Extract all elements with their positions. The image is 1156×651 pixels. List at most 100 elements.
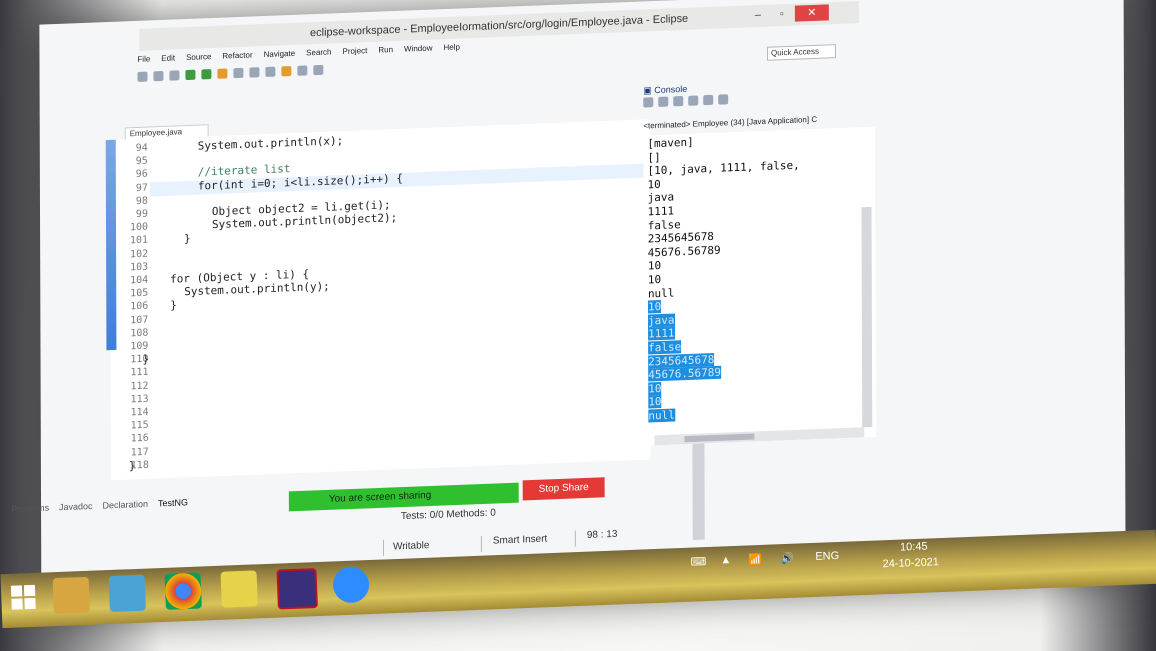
line-number: 111: [130, 367, 149, 379]
menu-file[interactable]: File: [137, 54, 150, 69]
status-cursor-position: 98 : 13: [586, 528, 618, 542]
status-writable: Writable: [392, 540, 430, 553]
console-line: 45676.56789: [647, 243, 721, 260]
console-vscroll[interactable]: [861, 206, 873, 428]
clock-date[interactable]: 24-10-2021: [882, 556, 939, 570]
menu-refactor[interactable]: Refactor: [222, 50, 252, 65]
menu-edit[interactable]: Edit: [161, 53, 175, 68]
console-line: java: [647, 313, 675, 328]
quick-access-field[interactable]: Quick Access: [766, 44, 836, 61]
scroll-lock-icon[interactable]: [688, 95, 699, 106]
close-button[interactable]: ✕: [794, 4, 829, 22]
language-indicator[interactable]: ENG: [815, 550, 839, 563]
back-icon[interactable]: [297, 65, 308, 76]
code-editor[interactable]: 94 95 96 97 98 99 100 101 102 103 104 105 106 107 108 1…: [105, 119, 707, 540]
console-hscroll[interactable]: [654, 427, 865, 446]
console-line: 10: [647, 177, 661, 192]
save-icon[interactable]: [153, 70, 164, 82]
testng-summary: Tests: 0/0 Methods: 0: [400, 507, 496, 523]
console-line: 10: [648, 395, 662, 409]
line-number: 104: [130, 274, 149, 287]
search-icon[interactable]: [265, 66, 276, 78]
line-number: 96: [135, 168, 148, 181]
terminate-icon[interactable]: [643, 97, 654, 108]
console-output[interactable]: [maven][] [10, java, 1111, false, 10 java 11…: [643, 126, 877, 446]
code-line: }: [142, 352, 150, 367]
code-line: }: [183, 232, 191, 246]
pin-console-icon[interactable]: [718, 94, 729, 105]
line-number: 101: [129, 235, 149, 247]
console-icon: ▣: [643, 85, 655, 96]
console-line: 10: [648, 381, 662, 396]
line-number: 107: [130, 314, 149, 326]
line-number: 95: [135, 155, 148, 168]
show-hidden-icons-icon[interactable]: ▲: [720, 554, 731, 566]
external-tools-icon[interactable]: [217, 68, 228, 79]
clock-time[interactable]: 10:45: [900, 541, 928, 554]
console-line: 10: [647, 272, 662, 287]
status-insert-mode: Smart Insert: [492, 533, 548, 547]
console-line: java: [647, 190, 675, 205]
menu-help[interactable]: Help: [443, 43, 459, 58]
line-number: 109: [130, 340, 149, 353]
tab-javadoc[interactable]: Javadoc: [59, 501, 93, 518]
menu-navigate[interactable]: Navigate: [264, 49, 296, 64]
new-java-class-icon[interactable]: [233, 67, 244, 79]
network-icon[interactable]: 📶: [748, 553, 762, 567]
eclipse-window: eclipse-workspace - EmployeeIormation/sr…: [11, 0, 1126, 624]
stop-share-button[interactable]: Stop Share: [522, 477, 605, 501]
file-explorer-icon[interactable]: [52, 576, 90, 615]
status-divider: [382, 539, 385, 556]
console-line: 10: [647, 259, 662, 273]
tab-declaration[interactable]: Declaration: [103, 499, 149, 517]
remove-launch-icon[interactable]: [658, 96, 669, 107]
line-number: 112: [130, 380, 149, 393]
line-number: 102: [130, 248, 149, 260]
maximize-button[interactable]: ▫: [771, 6, 793, 23]
minimize-button[interactable]: –: [747, 7, 769, 24]
code-line: System.out.println(x);: [197, 134, 344, 153]
word-wrap-icon[interactable]: [703, 94, 714, 106]
line-number: 117: [130, 446, 149, 459]
console-line: 1111: [647, 204, 675, 219]
line-number-gutter: 94 95 96 97 98 99 100 101 102 103 104 105 106 107 108 1…: [110, 139, 149, 481]
menu-run[interactable]: Run: [378, 45, 393, 60]
open-type-icon[interactable]: [249, 67, 260, 78]
line-number: 99: [135, 208, 148, 221]
print-icon[interactable]: [169, 70, 180, 81]
run-icon[interactable]: [201, 69, 212, 80]
volume-icon[interactable]: 🔊: [780, 552, 794, 566]
java-ee-icon[interactable]: [276, 568, 318, 610]
line-number: 113: [130, 393, 149, 406]
menu-project[interactable]: Project: [342, 46, 367, 61]
tab-problems[interactable]: Problems: [11, 503, 49, 520]
new-file-icon[interactable]: [137, 71, 148, 82]
console-line: false: [648, 340, 682, 355]
tab-testng[interactable]: TestNG: [158, 497, 188, 514]
line-number: 103: [130, 261, 149, 274]
menu-window[interactable]: Window: [404, 44, 432, 59]
line-number: 98: [135, 195, 148, 207]
menu-search[interactable]: Search: [306, 47, 331, 62]
chrome-icon[interactable]: [164, 572, 202, 610]
console-line: null: [647, 286, 675, 301]
console-line: false: [647, 217, 681, 233]
console-title: Console: [654, 83, 688, 96]
next-annotation-icon[interactable]: [281, 66, 292, 77]
line-number: 115: [130, 419, 149, 432]
sticky-notes-icon[interactable]: [220, 570, 258, 608]
console-line: [maven]: [647, 135, 694, 151]
status-divider: [480, 536, 482, 553]
console-line: null: [648, 408, 675, 423]
clear-console-icon[interactable]: [673, 95, 684, 107]
zoom-icon[interactable]: [332, 566, 370, 604]
notes-icon[interactable]: [108, 574, 146, 613]
line-number: 94: [135, 142, 148, 155]
forward-icon[interactable]: [313, 64, 324, 76]
start-button[interactable]: [10, 584, 36, 610]
keyboard-icon[interactable]: ⌨: [690, 555, 706, 569]
console-line: 1111: [648, 326, 675, 341]
screen-share-label: You are screen sharing: [328, 489, 432, 505]
debug-icon[interactable]: [185, 69, 196, 81]
menu-source[interactable]: Source: [186, 52, 211, 67]
